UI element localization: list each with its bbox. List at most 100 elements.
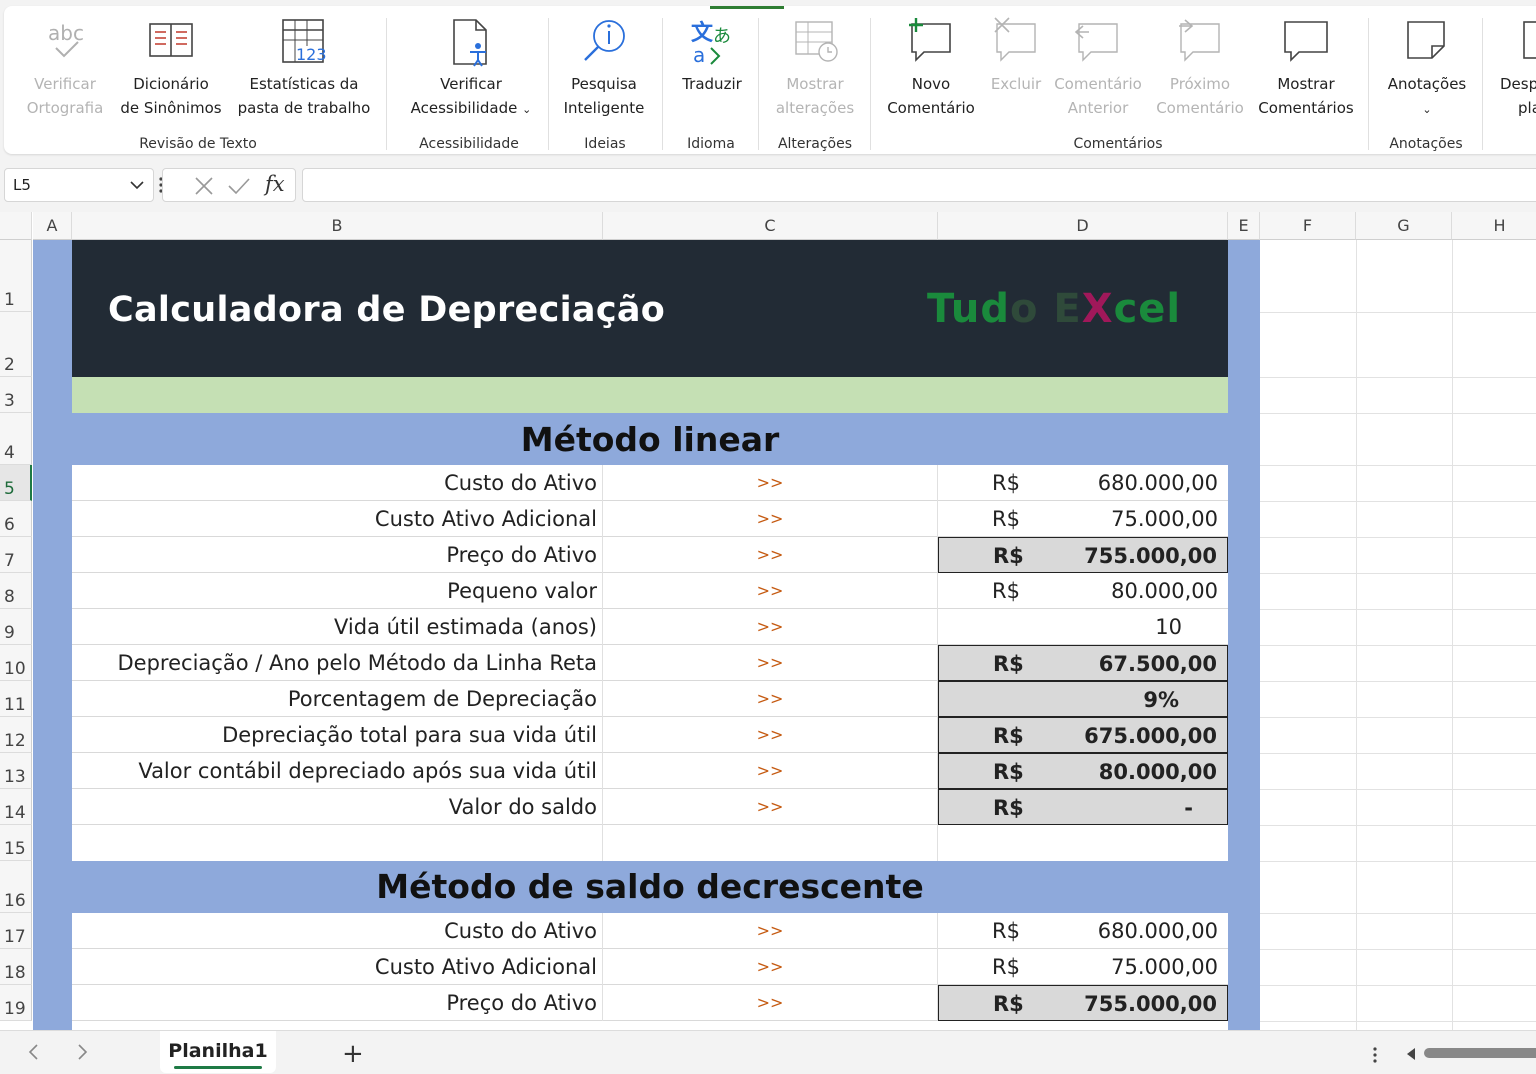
show-changes-button[interactable]: Mostrar alterações bbox=[766, 16, 864, 120]
row-value-cell[interactable]: R$ 680.000,00 bbox=[938, 913, 1228, 949]
column-header-d[interactable]: D bbox=[938, 212, 1228, 240]
row-header[interactable]: 2 bbox=[0, 312, 32, 377]
row-header[interactable]: 9 bbox=[0, 609, 32, 645]
row-header[interactable]: 7 bbox=[0, 537, 32, 573]
spelling-button[interactable]: abc Verificar Ortografia bbox=[22, 16, 108, 120]
row-value-cell[interactable]: 10 bbox=[938, 609, 1228, 645]
row-arrow[interactable]: >> bbox=[603, 501, 938, 537]
row-header-selected[interactable]: 5 bbox=[0, 465, 32, 501]
row-value-cell[interactable]: R$ 755.000,00 bbox=[938, 537, 1228, 573]
row-arrow[interactable]: >> bbox=[603, 949, 938, 985]
row-value-cell[interactable]: R$ 75.000,00 bbox=[938, 501, 1228, 537]
row-header[interactable]: 13 bbox=[0, 753, 32, 789]
row-value-cell[interactable]: R$ 75.000,00 bbox=[938, 949, 1228, 985]
thesaurus-button[interactable]: Dicionário de Sinônimos bbox=[112, 16, 230, 120]
column-header-h[interactable]: H bbox=[1452, 212, 1536, 240]
add-sheet-button[interactable]: + bbox=[342, 1039, 364, 1069]
more-options-icon[interactable] bbox=[1372, 1045, 1378, 1069]
row-header[interactable]: 6 bbox=[0, 501, 32, 537]
row-value-cell[interactable]: R$ 80.000,00 bbox=[938, 573, 1228, 609]
new-comment-button[interactable]: Novo Comentário bbox=[878, 16, 984, 120]
column-header-c[interactable]: C bbox=[603, 212, 938, 240]
confirm-entry-icon[interactable] bbox=[227, 175, 251, 201]
row-value-cell[interactable]: 9% bbox=[938, 681, 1228, 717]
row-header[interactable]: 16 bbox=[0, 861, 32, 913]
row-header[interactable]: 19 bbox=[0, 985, 32, 1021]
smart-lookup-icon bbox=[558, 16, 650, 68]
row-arrow[interactable]: >> bbox=[603, 645, 938, 681]
chevron-right-icon[interactable] bbox=[74, 1043, 90, 1065]
row-header[interactable]: 4 bbox=[0, 413, 32, 465]
sheet-tab-planilha1[interactable]: Planilha1 bbox=[160, 1031, 276, 1073]
row-label[interactable]: Valor do saldo bbox=[72, 789, 603, 825]
row-arrow[interactable]: >> bbox=[603, 789, 938, 825]
horizontal-scrollbar-thumb[interactable] bbox=[1424, 1048, 1536, 1058]
unprotect-sheet-button[interactable]: Desppla bbox=[1494, 16, 1536, 120]
row-header[interactable]: 10 bbox=[0, 645, 32, 681]
row-header[interactable]: 11 bbox=[0, 681, 32, 717]
column-header-f[interactable]: F bbox=[1260, 212, 1356, 240]
row-header[interactable]: 3 bbox=[0, 377, 32, 413]
formula-input[interactable] bbox=[302, 168, 1536, 202]
column-header-e[interactable]: E bbox=[1228, 212, 1260, 240]
row-arrow[interactable]: >> bbox=[603, 717, 938, 753]
row-value-cell[interactable]: R$ 675.000,00 bbox=[938, 717, 1228, 753]
row-label[interactable]: Depreciação / Ano pelo Método da Linha R… bbox=[72, 645, 603, 681]
chevron-left-icon[interactable] bbox=[26, 1043, 42, 1065]
column-header-g[interactable]: G bbox=[1356, 212, 1452, 240]
row-label[interactable]: Custo do Ativo bbox=[72, 913, 603, 949]
row-arrow[interactable]: >> bbox=[603, 753, 938, 789]
row-label[interactable]: Valor contábil depreciado após sua vida … bbox=[72, 753, 603, 789]
row-value-cell[interactable] bbox=[938, 825, 1228, 861]
group-label-language: Idioma bbox=[687, 136, 735, 152]
column-header-a[interactable]: A bbox=[33, 212, 72, 240]
row-value-cell[interactable]: R$ 67.500,00 bbox=[938, 645, 1228, 681]
row-label[interactable]: Vida útil estimada (anos) bbox=[72, 609, 603, 645]
row-arrow[interactable]: >> bbox=[603, 681, 938, 717]
smart-lookup-button[interactable]: Pesquisa Inteligente bbox=[558, 16, 650, 120]
select-all-corner[interactable] bbox=[0, 212, 32, 240]
row-label[interactable] bbox=[72, 825, 603, 861]
scroll-left-icon[interactable] bbox=[1404, 1046, 1418, 1065]
row-label[interactable]: Pequeno valor bbox=[72, 573, 603, 609]
row-header[interactable]: 8 bbox=[0, 573, 32, 609]
row-header[interactable]: 1 bbox=[0, 240, 32, 312]
cancel-entry-icon[interactable] bbox=[193, 175, 215, 201]
notes-button[interactable]: Anotações ⌄ bbox=[1378, 16, 1476, 122]
row-label[interactable]: Preço do Ativo bbox=[72, 537, 603, 573]
row-label[interactable]: Porcentagem de Depreciação bbox=[72, 681, 603, 717]
row-arrow[interactable]: >> bbox=[603, 465, 938, 501]
row-arrow[interactable]: >> bbox=[603, 609, 938, 645]
row-label[interactable]: Preço do Ativo bbox=[72, 985, 603, 1021]
name-box[interactable]: L5 bbox=[4, 168, 154, 202]
insert-function-icon[interactable]: fx bbox=[265, 172, 285, 196]
check-accessibility-button[interactable]: Verificar Acessibilidade ⌄ bbox=[398, 16, 544, 122]
row-label[interactable]: Depreciação total para sua vida útil bbox=[72, 717, 603, 753]
row-arrow[interactable]: >> bbox=[603, 913, 938, 949]
show-comments-button[interactable]: Mostrar Comentários bbox=[1252, 16, 1360, 120]
translate-button[interactable]: 文あa Traduzir bbox=[672, 16, 752, 96]
delete-comment-button[interactable]: Excluir bbox=[984, 16, 1048, 96]
row-header[interactable]: 15 bbox=[0, 825, 32, 861]
row-label[interactable]: Custo Ativo Adicional bbox=[72, 501, 603, 537]
previous-comment-button[interactable]: Comentário Anterior bbox=[1048, 16, 1148, 120]
ribbon-separator bbox=[1482, 18, 1483, 150]
column-header-b[interactable]: B bbox=[72, 212, 603, 240]
chevron-down-icon[interactable] bbox=[129, 177, 145, 197]
row-value-cell[interactable]: R$ 755.000,00 bbox=[938, 985, 1228, 1021]
row-value-cell[interactable]: R$ 680.000,00 bbox=[938, 465, 1228, 501]
row-arrow[interactable]: >> bbox=[603, 537, 938, 573]
row-header[interactable]: 12 bbox=[0, 717, 32, 753]
row-header[interactable]: 18 bbox=[0, 949, 32, 985]
row-value-cell[interactable]: R$ - bbox=[938, 789, 1228, 825]
workbook-statistics-button[interactable]: 123 Estatísticas da pasta de trabalho bbox=[230, 16, 378, 120]
row-value-cell[interactable]: R$ 80.000,00 bbox=[938, 753, 1228, 789]
row-arrow[interactable] bbox=[603, 825, 938, 861]
row-header[interactable]: 17 bbox=[0, 913, 32, 949]
row-arrow[interactable]: >> bbox=[603, 985, 938, 1021]
row-arrow[interactable]: >> bbox=[603, 573, 938, 609]
row-header[interactable]: 14 bbox=[0, 789, 32, 825]
row-label[interactable]: Custo do Ativo bbox=[72, 465, 603, 501]
row-label[interactable]: Custo Ativo Adicional bbox=[72, 949, 603, 985]
next-comment-button[interactable]: Próximo Comentário bbox=[1150, 16, 1250, 120]
